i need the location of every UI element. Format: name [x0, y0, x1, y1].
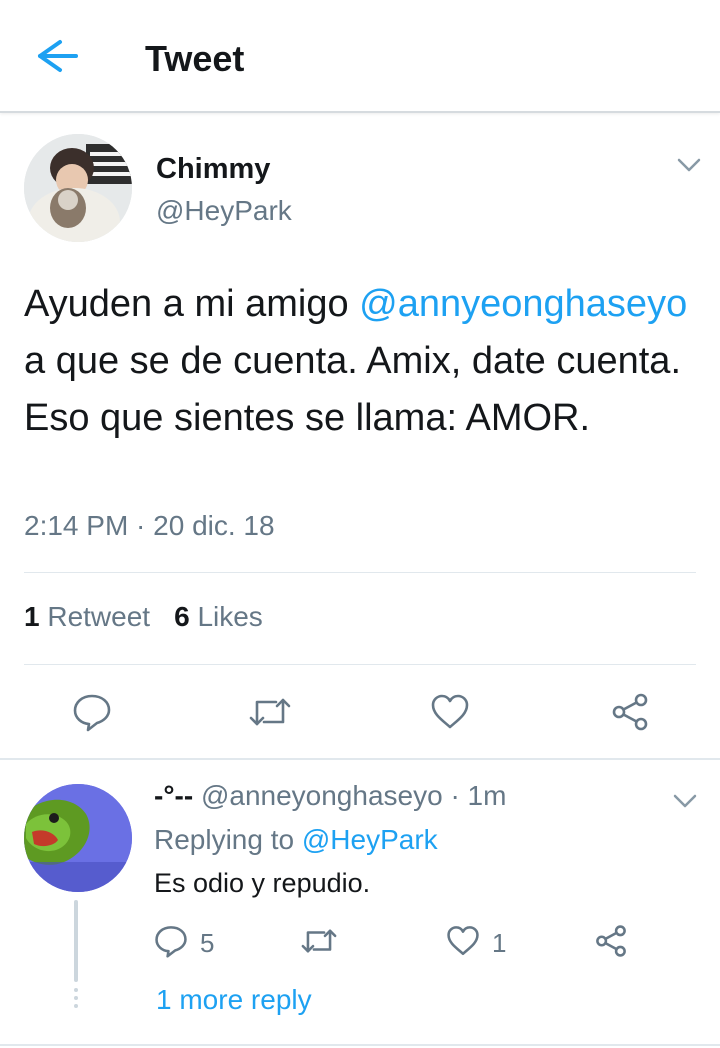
reply-author-name[interactable]: -°--	[154, 780, 193, 811]
reply-share-button[interactable]	[594, 924, 628, 958]
reply-avatar[interactable]	[24, 784, 132, 892]
reply-like-button[interactable]	[446, 924, 480, 958]
share-button[interactable]	[610, 692, 650, 732]
retweet-icon	[301, 929, 337, 953]
share-icon	[612, 693, 648, 731]
top-bar: Tweet	[0, 0, 720, 113]
page-title: Tweet	[145, 38, 245, 79]
back-button[interactable]	[30, 36, 82, 76]
retweets-count: 1	[24, 601, 40, 632]
likes-label: Likes	[197, 601, 263, 632]
likes-stat[interactable]: 6 Likes	[174, 601, 263, 633]
tweet-text-before: Ayuden a mi amigo	[24, 283, 360, 325]
reply-retweet-button[interactable]	[300, 924, 338, 958]
replying-to-link[interactable]: @HeyPark	[302, 824, 438, 855]
heart-icon	[447, 926, 479, 956]
mention-link[interactable]: @annyeonghaseyo	[359, 283, 687, 325]
like-button[interactable]	[430, 692, 470, 732]
thread-line	[74, 900, 78, 982]
reply-time: · 1m	[450, 780, 507, 811]
retweets-stat[interactable]: 1 Retweet	[24, 601, 150, 633]
reply-menu-button[interactable]	[672, 792, 698, 810]
more-replies-link[interactable]: 1 more reply	[156, 984, 312, 1016]
avatar[interactable]	[24, 134, 132, 242]
author-name[interactable]: Chimmy	[156, 153, 270, 186]
divider	[24, 572, 696, 573]
share-icon	[596, 925, 626, 957]
divider	[24, 664, 696, 665]
tweet-text-after: a que se de cuenta. Amix, date cuenta. E…	[24, 340, 682, 439]
author-handle[interactable]: @HeyPark	[156, 195, 292, 227]
chevron-down-icon	[673, 794, 697, 808]
replying-to: Replying to @HeyPark	[154, 824, 438, 856]
reply-header: -°-- @anneyonghaseyo · 1m	[154, 780, 506, 812]
reply-icon	[155, 926, 187, 958]
reply-like-count: 1	[492, 928, 507, 958]
reply-author-handle[interactable]: @anneyonghaseyo	[201, 780, 443, 811]
retweets-label: Retweet	[47, 601, 151, 632]
reply-button[interactable]	[72, 692, 112, 732]
thread-dots	[74, 988, 78, 1012]
reply-icon	[73, 694, 111, 732]
tweet-menu-button[interactable]	[676, 156, 702, 174]
replying-prefix: Replying to	[154, 824, 302, 855]
tweet-text: Ayuden a mi amigo @annyeonghaseyo a que …	[24, 276, 694, 447]
retweet-icon	[249, 698, 291, 726]
likes-count: 6	[174, 601, 190, 632]
bottom-divider	[0, 1044, 720, 1046]
tweet-timestamp: 2:14 PM · 20 dic. 18	[24, 510, 275, 541]
reply-text: Es odio y repudio.	[154, 868, 371, 898]
tweet-stats: 1 Retweet 6 Likes	[24, 601, 263, 633]
section-divider	[0, 758, 720, 760]
retweet-button[interactable]	[248, 692, 292, 732]
reply-reply-button[interactable]	[154, 924, 188, 958]
reply-reply-count: 5	[200, 928, 215, 958]
chevron-down-icon	[677, 158, 701, 172]
arrow-left-icon	[38, 40, 78, 72]
heart-icon	[431, 694, 469, 729]
